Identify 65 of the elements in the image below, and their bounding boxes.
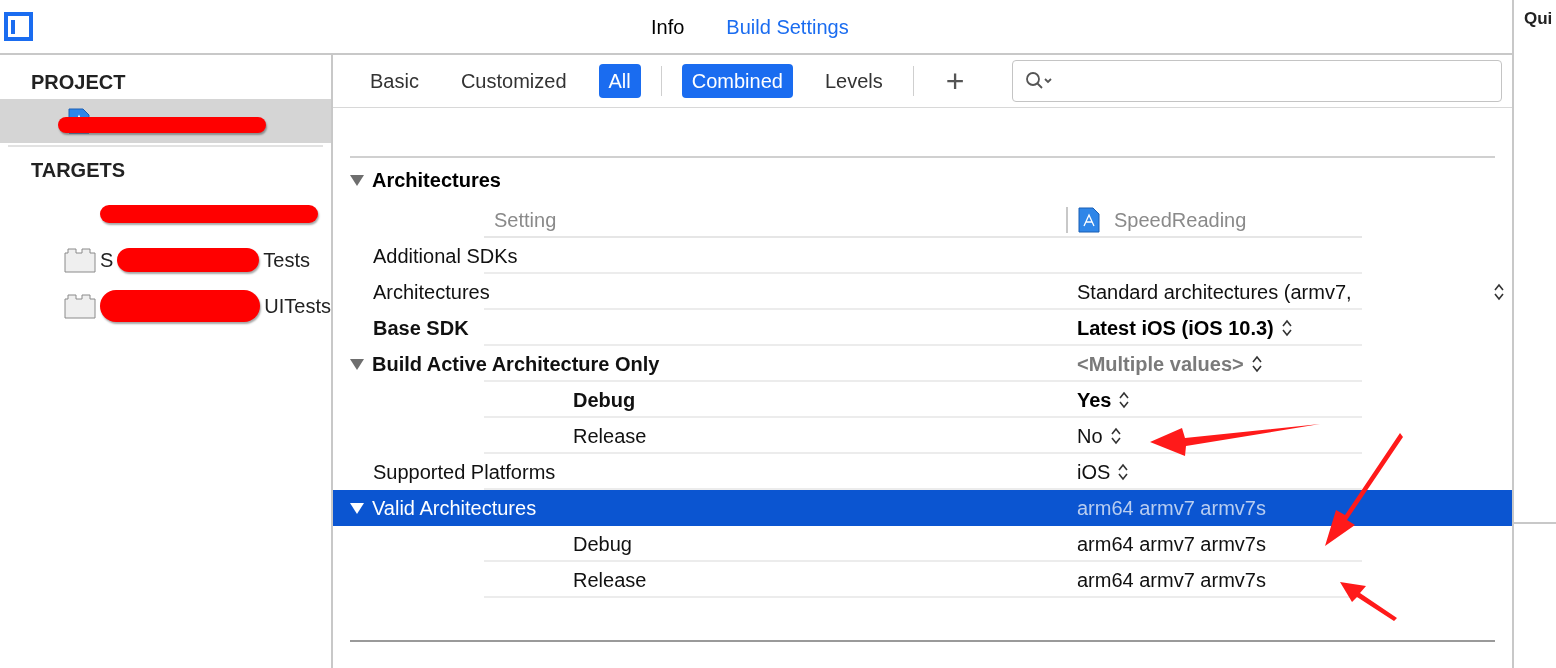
setting-value: <Multiple values> [1077,352,1244,377]
setting-value: arm64 armv7 armv7s [1077,568,1266,593]
column-header: Setting [494,208,558,233]
target-label: UITests [264,294,331,319]
setting-name: Architectures [373,280,490,305]
filter-button[interactable]: Levels [814,64,893,98]
stepper-icon[interactable] [1281,319,1292,337]
stepper-icon[interactable] [1119,391,1130,409]
stepper-icon[interactable] [1118,463,1129,481]
setting-name: Supported Platforms [373,460,556,485]
column-header: SpeedReading [1114,208,1247,233]
search-field[interactable] [1012,60,1502,102]
section-header: PROJECT [31,70,127,95]
setting-row[interactable]: Debug Yes [333,382,1512,418]
setting-name: Additional SDKs [373,244,518,269]
setting-name: Debug [573,532,632,557]
setting-name: Valid Architectures [372,496,537,521]
setting-row[interactable]: Architectures Standard architectures (armv7, [333,274,1512,310]
target-label: Tests [263,248,311,273]
setting-value: arm64 armv7 armv7s [1077,496,1266,521]
setting-value: Latest iOS (iOS 10.3) [1077,316,1274,341]
setting-row[interactable]: Valid Architectures arm64 armv7 armv7s [333,490,1512,526]
setting-name: Release [573,424,647,449]
tab[interactable]: Info [651,11,685,42]
filter-button[interactable]: Combined [681,64,793,98]
target-label: S [100,248,114,273]
disclosure-triangle-icon[interactable] [350,174,364,186]
setting-value: No [1077,424,1103,449]
filter-button[interactable]: Customized [450,64,577,98]
stepper-icon[interactable] [1251,355,1262,373]
target-item[interactable]: UITests [0,283,331,329]
setting-value: Standard architectures (armv7, [1077,280,1352,305]
setting-name: Build Active Architecture Only [372,352,660,377]
stepper-icon[interactable] [1110,427,1121,445]
setting-name: Debug [573,388,636,413]
setting-row[interactable]: Release No [333,418,1512,454]
app-file-icon [1078,207,1100,233]
add-button[interactable]: + [933,65,977,97]
filter-button[interactable]: Basic [360,64,429,98]
setting-row[interactable]: Debug arm64 armv7 armv7s [333,526,1512,562]
setting-row[interactable]: Supported Platforms iOS [333,454,1512,490]
setting-value: arm64 armv7 armv7s [1077,532,1266,557]
setting-row[interactable]: Build Active Architecture Only <Multiple values> [333,346,1512,382]
arrow-drawing [1340,582,1397,621]
setting-name: Base SDK [373,316,469,341]
tab[interactable]: Build Settings [726,11,849,42]
disclosure-triangle-icon[interactable] [350,358,364,370]
section-title: Architectures [372,168,501,193]
setting-value: Yes [1077,388,1112,413]
setting-value: iOS [1077,460,1111,485]
project-item[interactable] [0,99,331,143]
setting-row[interactable]: Release arm64 armv7 armv7s [333,562,1512,598]
target-item[interactable]: S Tests [0,237,331,283]
bundle-icon [64,293,96,319]
inspector-title: Qui [1524,8,1554,30]
section-header: TARGETS [31,158,127,183]
stepper-icon[interactable] [1494,283,1504,301]
setting-name: Release [573,568,647,593]
search-icon [1025,71,1054,91]
sidebar-toggle-icon[interactable] [4,12,33,41]
bundle-icon [64,247,96,273]
disclosure-triangle-icon[interactable] [350,502,364,514]
setting-row[interactable]: Additional SDKs [333,238,1512,274]
setting-row[interactable]: Base SDK Latest iOS (iOS 10.3) [333,310,1512,346]
filter-button[interactable]: All [598,64,641,98]
